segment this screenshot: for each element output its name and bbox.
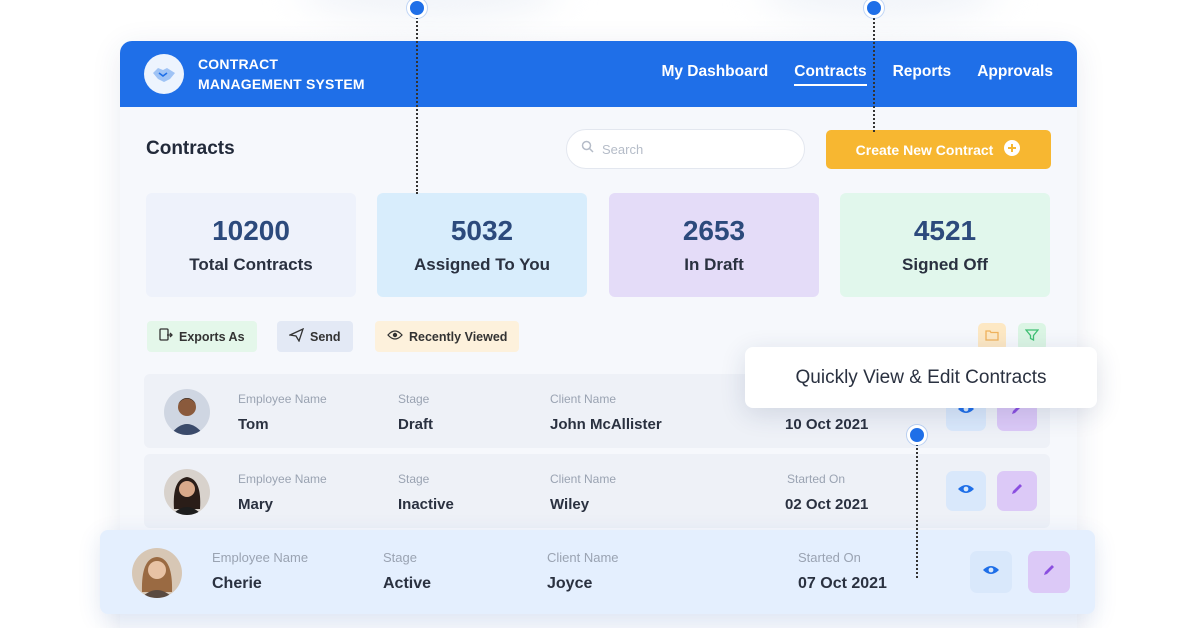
eye-icon <box>957 482 975 500</box>
plus-circle-icon <box>1003 139 1021 160</box>
stat-card-draft[interactable]: 2653 In Draft <box>609 193 819 297</box>
started-on-label: Started On <box>798 550 861 565</box>
client-name: Wiley <box>550 496 590 513</box>
started-on-label: Started On <box>787 472 846 486</box>
send-label: Send <box>310 329 341 344</box>
recently-viewed-button[interactable]: Recently Viewed <box>375 321 520 352</box>
stat-label: In Draft <box>684 255 744 274</box>
search-input[interactable] <box>602 141 782 157</box>
employee-name-label: Employee Name <box>238 392 327 406</box>
brand-line-2: MANAGEMENT SYSTEM <box>198 76 365 92</box>
pencil-icon <box>1042 563 1056 582</box>
background-glow-left <box>300 0 560 20</box>
stat-value: 10200 <box>212 215 290 246</box>
stage-label: Stage <box>398 472 430 486</box>
view-button[interactable] <box>946 471 986 511</box>
table-row[interactable]: Employee Name Mary Stage Inactive Client… <box>144 454 1050 528</box>
export-label: Exports As <box>179 329 245 344</box>
employee-name: Mary <box>238 496 274 513</box>
client-name: Joyce <box>547 575 593 592</box>
employee-name: Tom <box>238 416 269 433</box>
export-icon <box>159 328 173 345</box>
create-button-label: Create New Contract <box>855 141 994 158</box>
client-name: John McAllister <box>550 416 662 433</box>
recently-viewed-label: Recently Viewed <box>409 329 508 344</box>
page-title: Contracts <box>146 138 235 159</box>
nav-approvals[interactable]: Approvals <box>977 63 1053 86</box>
callout-dot-edit <box>907 425 927 445</box>
stat-value: 5032 <box>450 215 514 246</box>
table-row-highlighted[interactable]: Employee Name Cherie Stage Active Client… <box>100 530 1095 614</box>
stat-label: Assigned To You <box>413 255 550 274</box>
callout-line-stats <box>416 14 418 194</box>
employee-name: Cherie <box>212 575 262 592</box>
avatar <box>164 469 210 515</box>
edit-button[interactable] <box>997 471 1037 511</box>
eye-icon <box>387 329 403 344</box>
stage-label: Stage <box>398 392 430 406</box>
employee-name-label: Employee Name <box>238 472 327 486</box>
started-on-date: 07 Oct 2021 <box>798 575 887 592</box>
client-name-label: Client Name <box>550 392 617 406</box>
client-name-label: Client Name <box>550 472 617 486</box>
started-on-date: 02 Oct 2021 <box>785 496 869 513</box>
stage-label: Stage <box>383 550 417 565</box>
nav-reports[interactable]: Reports <box>893 63 952 86</box>
brand-line-1: CONTRACT <box>198 56 279 72</box>
stat-label: Signed Off <box>902 255 988 274</box>
avatar <box>164 389 210 435</box>
search-box[interactable] <box>566 129 805 169</box>
stage-value: Inactive <box>398 496 454 513</box>
search-icon <box>581 140 594 158</box>
stat-value: 4521 <box>913 215 977 246</box>
stage-value: Draft <box>398 416 434 433</box>
eye-icon <box>982 563 1000 581</box>
send-button[interactable]: Send <box>277 321 353 352</box>
feature-tooltip: Quickly View & Edit Contracts <box>745 347 1097 408</box>
stat-card-assigned[interactable]: 5032 Assigned To You <box>377 193 587 297</box>
callout-line-edit <box>916 444 918 578</box>
handshake-icon <box>144 54 184 94</box>
avatar <box>132 548 182 598</box>
brand-name: CONTRACT MANAGEMENT SYSTEM <box>198 54 365 94</box>
started-on-date: 10 Oct 2021 <box>785 416 869 433</box>
nav-my-dashboard[interactable]: My Dashboard <box>661 63 768 86</box>
send-icon <box>287 327 305 345</box>
callout-line-create <box>873 14 875 132</box>
top-navigation-bar: CONTRACT MANAGEMENT SYSTEM My Dashboard … <box>120 41 1077 107</box>
stat-card-total[interactable]: 10200 Total Contracts <box>146 193 356 297</box>
edit-button[interactable] <box>1028 551 1070 593</box>
employee-name-label: Employee Name <box>212 550 309 565</box>
export-button[interactable]: Exports As <box>147 321 257 352</box>
pencil-icon <box>1010 482 1024 501</box>
folder-icon <box>985 328 999 346</box>
main-navigation: My Dashboard Contracts Reports Approvals <box>661 63 1053 86</box>
stat-card-signed[interactable]: 4521 Signed Off <box>840 193 1050 297</box>
stat-value: 2653 <box>682 215 746 246</box>
stage-value: Active <box>383 575 432 592</box>
filter-icon <box>1024 328 1040 347</box>
client-name-label: Client Name <box>547 550 619 565</box>
nav-contracts[interactable]: Contracts <box>794 63 867 86</box>
create-new-contract-button[interactable]: Create New Contract <box>826 130 1051 169</box>
view-button[interactable] <box>970 551 1012 593</box>
stat-label: Total Contracts <box>189 255 313 274</box>
